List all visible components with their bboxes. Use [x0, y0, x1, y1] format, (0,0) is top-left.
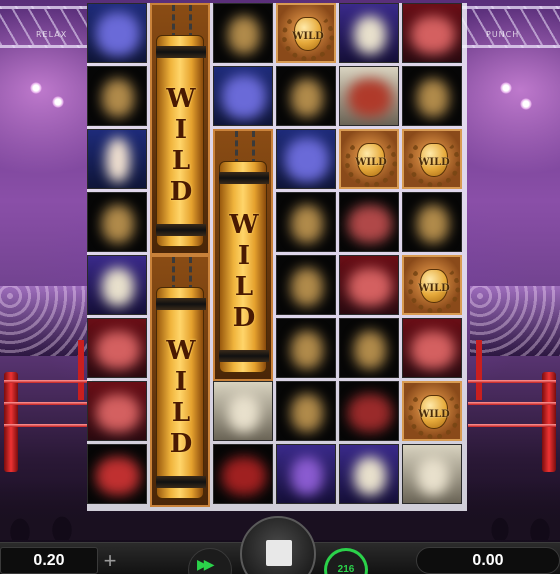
- spotlight-icon: [52, 96, 64, 108]
- lighting-truss-right: [460, 6, 560, 48]
- wild-label: W I L D: [229, 210, 259, 333]
- wild-medal-symbol: WILD: [339, 129, 399, 189]
- spotlight-icon: [30, 82, 42, 94]
- reel-symbol-blue-boxer: [276, 129, 336, 189]
- wild-medal-symbol: WILD: [276, 3, 336, 63]
- reel-symbol-dark-boxer: [276, 318, 336, 378]
- reel-symbol-dark-boxer: [276, 381, 336, 441]
- reel-symbol-dark-boxer: [87, 192, 147, 252]
- reel-grid: W I L D W I L D W I L D WILD WILD WILD W…: [87, 3, 467, 511]
- wild-medal-symbol: WILD: [402, 255, 462, 315]
- reel-symbol-dark-boxer: [87, 444, 147, 504]
- arena-banner-left: RELAX: [36, 30, 68, 39]
- reel-symbol-blue-boxer: [87, 3, 147, 63]
- reel-symbol-red-boxer: [402, 3, 462, 63]
- reel-symbol-purple-boxer: [339, 444, 399, 504]
- increase-bet-button[interactable]: +: [98, 547, 122, 574]
- reel-symbol-dark-boxer: [87, 66, 147, 126]
- wild-label: WILD: [418, 409, 450, 420]
- wild-punching-bag: W I L D: [150, 255, 210, 507]
- reel-symbol-dark-boxer: [276, 192, 336, 252]
- reel-symbol-purple-boxer: [276, 444, 336, 504]
- win-amount-display: 0.00: [416, 547, 560, 574]
- wild-medal-symbol: WILD: [402, 129, 462, 189]
- boxing-ring-left: [0, 340, 92, 472]
- reel-symbol-red-boxer: [402, 318, 462, 378]
- reel-symbol-red-boxer: [87, 381, 147, 441]
- reel-symbol-dark-boxer: [402, 66, 462, 126]
- fast-forward-icon: ▶▶: [197, 557, 214, 573]
- reel-symbol-dark-boxer: [213, 444, 273, 504]
- lighting-truss-left: [0, 6, 100, 48]
- reel-symbol-dark-boxer: [339, 192, 399, 252]
- reel-symbol-white-boxer: [339, 66, 399, 126]
- reel-symbol-dark-boxer: [276, 66, 336, 126]
- reel-symbol-white-boxer: [402, 444, 462, 504]
- reel-symbol-purple-boxer: [339, 3, 399, 63]
- reel-symbol-blue-boxer: [213, 66, 273, 126]
- wild-punching-bag: W I L D: [150, 3, 210, 255]
- spotlight-icon: [500, 82, 512, 94]
- arena-banner-right: PUNCH: [486, 30, 520, 39]
- reel-symbol-white-boxer: [213, 381, 273, 441]
- reel-symbol-purple-boxer: [87, 255, 147, 315]
- reel-symbol-dark-boxer: [339, 318, 399, 378]
- wild-label: W I L D: [166, 84, 196, 207]
- spotlight-icon: [520, 98, 532, 110]
- autoplay-count: 216: [337, 564, 355, 574]
- reel-symbol-dark-boxer: [339, 381, 399, 441]
- reel-symbol-red-boxer: [87, 318, 147, 378]
- wild-punching-bag: W I L D: [213, 129, 273, 381]
- reel-symbol-dark-boxer: [276, 255, 336, 315]
- wild-medal-symbol: WILD: [402, 381, 462, 441]
- wild-label: WILD: [355, 157, 387, 168]
- boxing-ring-right: [468, 340, 560, 472]
- stop-square-icon: [266, 540, 292, 566]
- bet-amount-display[interactable]: 0.20: [0, 547, 98, 574]
- reel-symbol-blue-boxer: [87, 129, 147, 189]
- wild-label: WILD: [292, 31, 324, 42]
- reel-symbol-dark-boxer: [402, 192, 462, 252]
- wild-label: WILD: [418, 283, 450, 294]
- reel-symbol-dark-boxer: [213, 3, 273, 63]
- reel-symbol-red-boxer: [339, 255, 399, 315]
- wild-label: W I L D: [166, 336, 196, 459]
- wild-label: WILD: [418, 157, 450, 168]
